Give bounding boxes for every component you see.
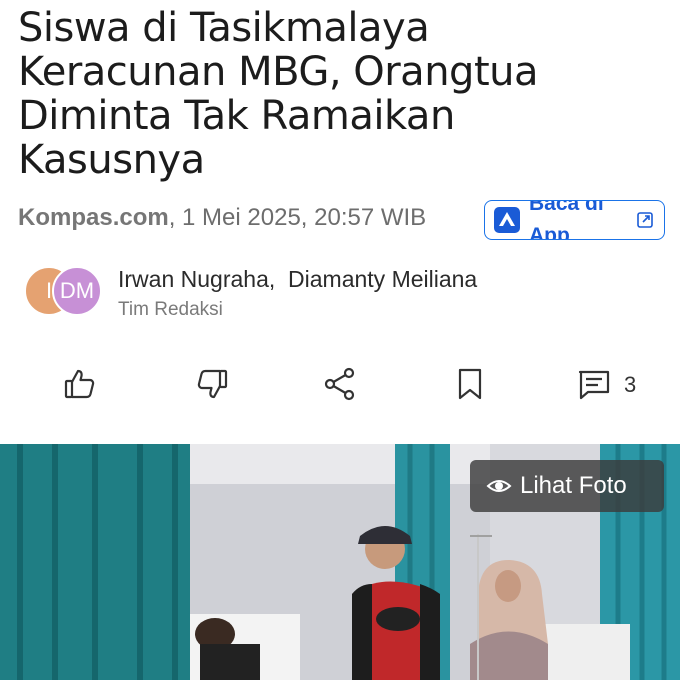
comment-count[interactable]: 3	[624, 372, 636, 398]
article-headline: Siswa di Tasikmalaya Keracunan MBG, Oran…	[18, 6, 668, 182]
kompas-app-logo-icon	[494, 207, 520, 233]
comment-icon	[578, 370, 610, 400]
headline-line: Diminta Tak Ramaikan	[18, 93, 455, 139]
bookmark-button[interactable]	[452, 366, 488, 402]
view-photo-button[interactable]: Lihat Foto	[470, 460, 664, 512]
headline-line: Keracunan MBG, Orangtua	[18, 49, 538, 95]
headline-line: Siswa di Tasikmalaya	[18, 5, 430, 51]
dislike-button[interactable]	[194, 366, 230, 402]
author-role: Tim Redaksi	[118, 299, 223, 320]
source-name[interactable]: Kompas.com	[18, 204, 169, 232]
author-avatars: I DM	[24, 262, 104, 318]
comment-button[interactable]	[576, 366, 612, 402]
thumbs-up-icon	[64, 369, 95, 399]
eye-icon	[486, 480, 512, 492]
share-icon	[324, 367, 355, 401]
read-in-app-label: Baca di App	[529, 201, 604, 239]
avatar[interactable]: DM	[52, 266, 102, 316]
bookmark-icon	[458, 368, 482, 400]
thumbs-down-icon	[197, 369, 228, 399]
share-button[interactable]	[322, 366, 358, 402]
headline-line: Kasusnya	[18, 137, 205, 183]
author-block: I DM Irwan Nugraha, Diamanty Meiliana Ti…	[24, 262, 477, 321]
view-photo-label: Lihat Foto	[520, 472, 627, 499]
author-names[interactable]: Irwan Nugraha, Diamanty Meiliana	[118, 266, 477, 293]
publish-date: , 1 Mei 2025, 20:57 WIB	[168, 204, 427, 231]
read-in-app-button[interactable]: Baca di App	[484, 200, 665, 240]
like-button[interactable]	[62, 366, 98, 402]
article-actions: 3	[0, 362, 680, 406]
external-link-icon	[637, 212, 653, 228]
article-meta: Kompas.com , 1 Mei 2025, 20:57 WIB	[18, 204, 426, 232]
